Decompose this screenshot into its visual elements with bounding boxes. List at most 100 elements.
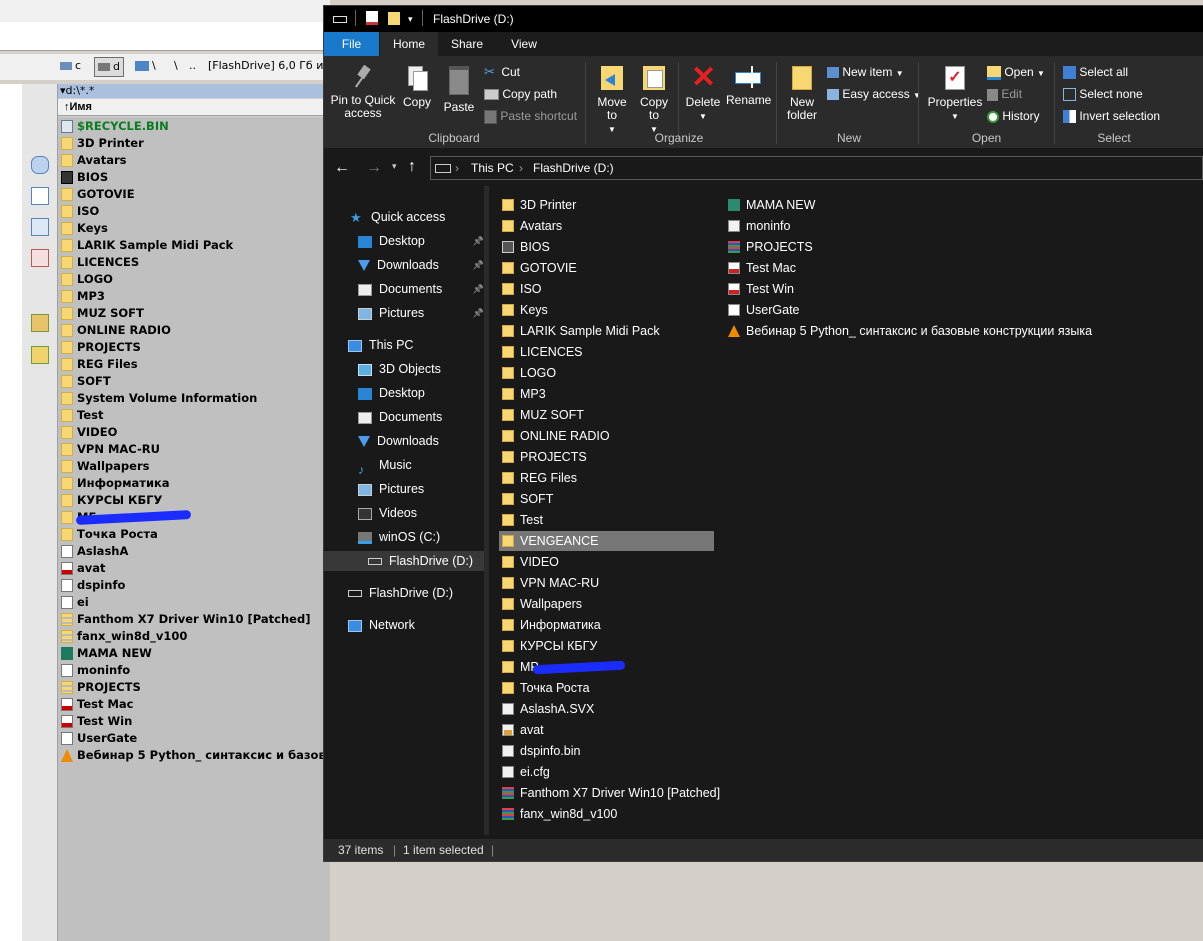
select-none-button[interactable]: Select none <box>1063 87 1143 102</box>
tc-list-item[interactable]: Вебинар 5 Python_ синтаксис и базовые ко <box>58 747 364 764</box>
recent-locations-icon[interactable]: ▾ <box>392 161 397 172</box>
easy-access-button[interactable]: Easy access ▼ <box>827 87 921 103</box>
invert-selection-button[interactable]: Invert selection <box>1063 109 1160 124</box>
customize-toolbar-icon[interactable]: ▾ <box>408 14 413 25</box>
up-button[interactable]: .. <box>189 57 196 75</box>
tc-list-item[interactable]: МЕ <box>58 509 192 526</box>
file-item[interactable]: avat <box>499 720 544 740</box>
tc-list-item[interactable]: Информатика <box>58 475 170 492</box>
file-item[interactable]: PROJECTS <box>725 237 813 257</box>
file-item[interactable]: LOGO <box>499 363 556 383</box>
tc-list-item[interactable]: Точка Роста <box>58 526 158 543</box>
tc-list-item[interactable]: fanx_win8d_v100 <box>58 628 187 645</box>
nav-qa-desktop[interactable]: Desktop 📌 <box>348 231 484 251</box>
new-folder-icon[interactable] <box>31 346 49 364</box>
file-item[interactable]: VIDEO <box>499 552 559 572</box>
drive-c-button[interactable]: c <box>60 57 81 75</box>
delete-button[interactable]: ✕ Delete ▼ <box>682 63 724 123</box>
nav-qa-pictures[interactable]: Pictures 📌 <box>348 303 484 323</box>
pin-to-quick-access-button[interactable]: Pin to Quick access <box>328 64 398 120</box>
tab-file[interactable]: File <box>324 32 379 56</box>
drive-d-button[interactable]: d <box>94 57 124 77</box>
file-item[interactable]: Test Win <box>725 279 794 299</box>
pin-icon[interactable]: 📌 <box>473 279 484 299</box>
tc-list-item[interactable]: ei <box>58 594 89 611</box>
cut-button[interactable]: ✂ Cut <box>484 65 520 80</box>
pin-icon[interactable]: 📌 <box>473 231 484 251</box>
tc-list-item[interactable]: LARIK Sample Midi Pack <box>58 237 233 254</box>
tc-list-item[interactable]: LOGO <box>58 271 113 288</box>
file-item[interactable]: Test Mac <box>725 258 796 278</box>
tc-list-item[interactable]: Wallpapers <box>58 458 149 475</box>
file-item[interactable]: LICENCES <box>499 342 583 362</box>
tc-list-item[interactable]: MP3 <box>58 288 105 305</box>
file-item[interactable]: ONLINE RADIO <box>499 426 610 446</box>
nav-pc-item[interactable]: Desktop <box>348 383 484 403</box>
tc-list-item[interactable]: MAMA NEW <box>58 645 152 662</box>
tc-list-item[interactable]: Test Mac <box>58 696 133 713</box>
tc-list-item[interactable]: AslashA <box>58 543 128 560</box>
tc-list-item[interactable]: VPN MAC-RU <box>58 441 160 458</box>
file-item[interactable]: Avatars <box>499 216 562 236</box>
file-item[interactable]: dspinfo.bin <box>499 741 580 761</box>
tc-path-filter[interactable]: ▾d:\*.* <box>58 84 332 98</box>
file-item[interactable]: Keys <box>499 300 548 320</box>
root-button[interactable]: \ <box>174 57 178 75</box>
tc-list-item[interactable]: moninfo <box>58 662 130 679</box>
tc-list-item[interactable]: avat <box>58 560 106 577</box>
tc-list-item[interactable]: ONLINE RADIO <box>58 322 171 339</box>
history-button[interactable]: History <box>987 109 1040 123</box>
file-item[interactable]: VENGEANCE <box>499 531 714 551</box>
tc-list-item[interactable]: REG Files <box>58 356 138 373</box>
nav-pc-item[interactable]: ♪ Music <box>348 455 484 477</box>
file-item[interactable]: fanx_win8d_v100 <box>499 804 617 824</box>
tc-column-header-name[interactable]: ↑Имя <box>58 99 336 116</box>
file-item[interactable]: MUZ SOFT <box>499 405 584 425</box>
file-item[interactable]: VPN MAC-RU <box>499 573 599 593</box>
file-item[interactable]: REG Files <box>499 468 577 488</box>
file-item[interactable]: LARIK Sample Midi Pack <box>499 321 660 341</box>
copy-button[interactable]: Copy <box>400 66 434 109</box>
nav-pc-item[interactable]: Downloads <box>348 431 484 451</box>
tc-list-item[interactable]: Keys <box>58 220 108 237</box>
forward-icon[interactable]: → <box>366 159 382 177</box>
file-item[interactable]: MP3 <box>499 384 546 404</box>
file-item[interactable]: ISO <box>499 279 542 299</box>
pin-icon[interactable]: 📌 <box>473 303 484 323</box>
tc-list-item[interactable]: LICENCES <box>58 254 139 271</box>
file-item[interactable]: UserGate <box>725 300 800 320</box>
nav-quick-access[interactable]: ★ Quick access <box>340 207 484 227</box>
file-item[interactable]: ei.cfg <box>499 762 550 782</box>
tab-home[interactable]: Home <box>380 32 438 56</box>
file-item[interactable]: moninfo <box>725 216 790 236</box>
file-item[interactable]: Wallpapers <box>499 594 582 614</box>
tc-list-item[interactable]: GOTOVIE <box>58 186 135 203</box>
select-all-button[interactable]: Select all <box>1063 65 1128 80</box>
file-item[interactable]: BIOS <box>499 237 550 257</box>
tc-list-item[interactable]: Fanthom X7 Driver Win10 [Patched] <box>58 611 310 628</box>
paste-button[interactable]: Paste <box>440 66 478 114</box>
file-item[interactable]: MP <box>499 657 626 677</box>
file-item[interactable]: Вебинар 5 Python_ синтаксис и базовые ко… <box>725 321 1092 341</box>
tab-share[interactable]: Share <box>442 32 492 56</box>
nav-qa-documents[interactable]: Documents 📌 <box>348 279 484 299</box>
tc-list-item[interactable]: MUZ SOFT <box>58 305 144 322</box>
nav-pc-item[interactable]: Videos <box>348 503 484 523</box>
properties-quick-icon[interactable] <box>366 11 378 25</box>
back-icon[interactable]: ← <box>334 159 350 177</box>
breadcrumb-flashdrive[interactable]: FlashDrive (D:) <box>533 157 614 179</box>
tc-list-item[interactable]: System Volume Information <box>58 390 257 407</box>
file-item[interactable]: PROJECTS <box>499 447 587 467</box>
tc-list-item[interactable]: КУРСЫ КБГУ <box>58 492 162 509</box>
nav-flashdrive[interactable]: FlashDrive (D:) <box>338 583 484 603</box>
properties-button[interactable]: ✓ Properties ▼ <box>924 66 986 123</box>
file-item[interactable]: Точка Роста <box>499 678 590 698</box>
edit-icon[interactable] <box>31 187 49 205</box>
file-item[interactable]: MAMA NEW <box>725 195 815 215</box>
nav-network[interactable]: Network <box>338 615 484 635</box>
tc-list-item[interactable]: 3D Printer <box>58 135 144 152</box>
open-button[interactable]: Open ▼ <box>987 65 1045 81</box>
search-icon[interactable] <box>31 156 49 174</box>
tc-list-item[interactable]: BIOS <box>58 169 108 186</box>
move-to-button[interactable]: Move to ▼ <box>592 66 632 136</box>
